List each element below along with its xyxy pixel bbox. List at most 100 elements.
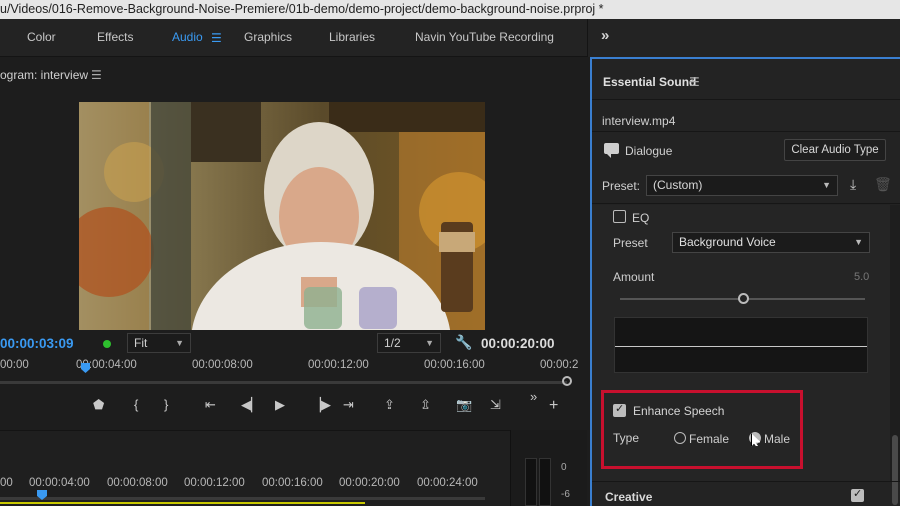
chevron-down-icon: ▼: [854, 237, 863, 247]
timeline-ruler-label: 00:00:04:00: [29, 477, 90, 489]
preset-value: (Custom): [653, 178, 703, 192]
window-title: u/Videos/016-Remove-Background-Noise-Pre…: [0, 0, 900, 19]
extract-button[interactable]: ⇫: [420, 397, 431, 413]
timeline-panel: 00 00:00:04:00 00:00:08:00 00:00:12:00 0…: [0, 430, 510, 506]
amount-slider-handle[interactable]: [738, 293, 749, 304]
timeline-ruler-label: 00:00:20:00: [339, 477, 400, 489]
eq-graph: [614, 317, 868, 373]
scrub-bar[interactable]: [0, 381, 567, 384]
eq-checkbox[interactable]: [613, 210, 626, 223]
essential-sound-panel: Essential Sound ☰ interview.mp4 Dialogue…: [590, 57, 900, 506]
play-button[interactable]: ▶: [275, 397, 285, 413]
meter-right: [539, 458, 551, 506]
timeline-ruler-label: 00:00:16:00: [262, 477, 323, 489]
lift-button[interactable]: ⇪: [384, 397, 395, 413]
fit-dropdown[interactable]: Fit ▼: [127, 333, 191, 353]
preset-dropdown[interactable]: (Custom) ▼: [646, 175, 838, 196]
eq-preset-value: Background Voice: [679, 235, 776, 249]
chevron-down-icon: ▼: [175, 338, 184, 348]
step-back-button[interactable]: ◀▏: [241, 397, 261, 413]
eq-label: EQ: [632, 211, 650, 225]
timeline-ruler-label: 00:00:24:00: [417, 477, 478, 489]
camera-icon[interactable]: 📷: [456, 397, 472, 413]
clear-audio-type-button[interactable]: Clear Audio Type: [784, 139, 886, 161]
workspace-menu-icon[interactable]: ☰: [211, 31, 222, 45]
fit-value: Fit: [134, 336, 148, 350]
go-to-in-button[interactable]: ⇤: [205, 397, 216, 413]
tab-effects[interactable]: Effects: [97, 30, 133, 44]
meter-label: -6: [561, 489, 570, 500]
ruler-label: 00:00: [0, 359, 29, 371]
wrench-icon[interactable]: 🔧: [455, 334, 472, 351]
audio-meters: 0 -6: [510, 430, 587, 506]
highlight-box: [601, 390, 803, 469]
divider: [592, 131, 900, 132]
resolution-value: 1/2: [384, 336, 401, 350]
tab-color[interactable]: Color: [27, 30, 56, 44]
program-controls-row: 00:00:03:09 Fit ▼ 1/2 ▼ 🔧 00:00:20:00: [0, 333, 587, 355]
chevron-down-icon: ▼: [425, 338, 434, 348]
type-label: Type: [613, 431, 640, 445]
tab-graphics[interactable]: Graphics: [244, 30, 292, 44]
add-button[interactable]: +: [549, 397, 558, 415]
go-to-out-button[interactable]: ⇥: [343, 397, 354, 413]
status-indicator: [103, 340, 111, 348]
chevron-right-icon[interactable]: »: [601, 27, 609, 44]
trash-icon[interactable]: 🗑: [874, 176, 892, 193]
timeline-ruler-label: 00: [0, 477, 13, 489]
timeline-ruler-label: 00:00:08:00: [107, 477, 168, 489]
workspace-bar: Color Effects Audio ☰ Graphics Libraries…: [0, 19, 587, 57]
mark-out-button[interactable]: }: [164, 397, 168, 412]
program-monitor-title[interactable]: ogram: interview: [0, 68, 88, 82]
ruler-label: 00:00:16:00: [424, 359, 485, 371]
duration-timecode: 00:00:20:00: [481, 336, 555, 351]
amount-value[interactable]: 5.0: [854, 271, 869, 283]
audio-type-label: Dialogue: [625, 144, 673, 158]
tab-navin-youtube-recording[interactable]: Navin YouTube Recording: [415, 30, 554, 44]
mark-in-button[interactable]: {: [134, 397, 138, 412]
clip-name: interview.mp4: [602, 114, 676, 128]
ruler-label: 00:00:08:00: [192, 359, 253, 371]
eq-preset-label: Preset: [613, 236, 648, 250]
work-area-bar[interactable]: [0, 502, 365, 504]
panel-title[interactable]: Essential Sound: [603, 75, 696, 89]
female-radio[interactable]: [674, 432, 686, 444]
resolution-dropdown[interactable]: 1/2 ▼: [377, 333, 441, 353]
speech-bubble-icon: [604, 143, 619, 158]
meter-label: 0: [561, 462, 567, 473]
scrollbar-thumb[interactable]: [892, 435, 898, 505]
tab-libraries[interactable]: Libraries: [329, 30, 375, 44]
ruler-label: 00:00:2: [540, 359, 579, 371]
zoom-handle[interactable]: [562, 376, 572, 386]
step-forward-button[interactable]: ▕▶: [311, 397, 331, 413]
panel-menu-icon[interactable]: ☰: [689, 75, 700, 89]
female-label: Female: [689, 432, 730, 446]
timeline-ruler-label: 00:00:12:00: [184, 477, 245, 489]
insert-button[interactable]: ⇲: [490, 397, 501, 413]
eq-preset-dropdown[interactable]: Background Voice ▼: [672, 232, 870, 253]
male-label: Male: [764, 432, 791, 446]
meter-left: [525, 458, 537, 506]
program-ruler[interactable]: 00:00 00:00:04:00 00:00:08:00 00:00:12:0…: [0, 359, 587, 389]
add-marker-button[interactable]: ⬟: [93, 397, 104, 413]
video-frame-image: [79, 102, 485, 330]
tab-audio[interactable]: Audio: [172, 30, 203, 44]
save-preset-icon[interactable]: ⤓: [850, 176, 856, 193]
more-controls-icon[interactable]: »: [530, 389, 537, 404]
current-timecode[interactable]: 00:00:03:09: [0, 336, 74, 351]
divider: [592, 99, 900, 100]
creative-label: Creative: [605, 490, 653, 504]
playhead[interactable]: [81, 363, 90, 373]
creative-checkbox[interactable]: [851, 487, 864, 502]
transport-controls: ⬟ { } ⇤ ◀▏ ▶ ▕▶ ⇥ ⇪ ⇫ 📷 ⇲ » +: [0, 389, 587, 419]
timeline-scrub-bar[interactable]: [0, 497, 485, 500]
enhance-speech-checkbox[interactable]: [613, 402, 626, 417]
panel-menu-icon[interactable]: ☰: [91, 68, 102, 82]
video-frame: [79, 102, 485, 330]
chevron-down-icon: ▼: [822, 180, 831, 190]
program-monitor: ogram: interview ☰ 00:00:03:09 Fit ▼ 1/2…: [0, 57, 587, 430]
eq-curve: [615, 346, 867, 347]
preset-label: Preset:: [602, 179, 641, 193]
amount-label: Amount: [613, 270, 655, 284]
enhance-speech-label: Enhance Speech: [633, 404, 725, 418]
